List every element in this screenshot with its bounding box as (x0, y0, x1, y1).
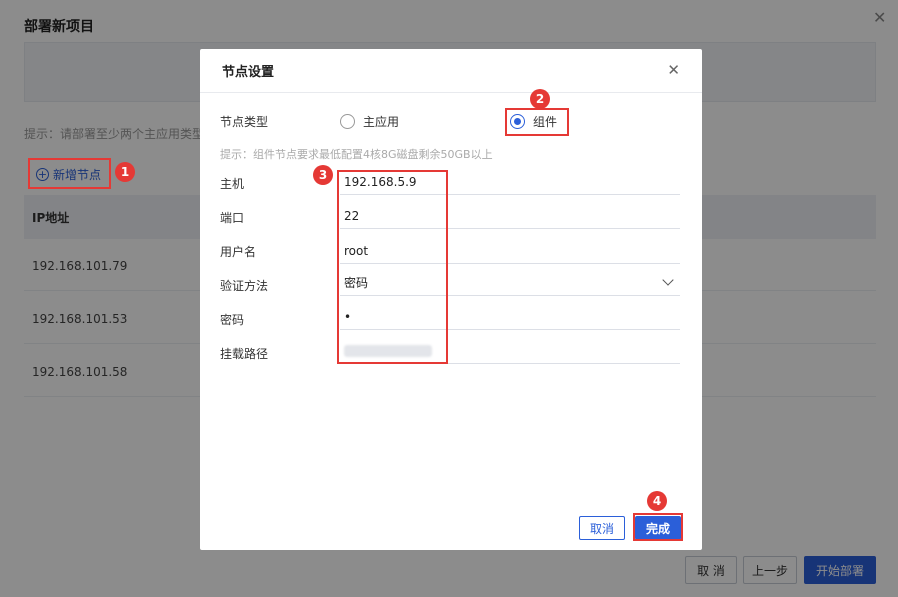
node-type-label: 节点类型 (220, 115, 269, 129)
annotation-badge-1: 1 (115, 162, 135, 182)
dialog-cancel-button[interactable]: 取消 (579, 516, 625, 540)
chevron-down-icon (662, 274, 674, 286)
auth-method-label: 验证方法 (220, 279, 269, 293)
annotation-badge-4: 4 (647, 491, 667, 511)
annotation-badge-3: 3 (313, 165, 333, 185)
radio-main-app-label: 主应用 (363, 115, 400, 129)
radio-unchecked-icon (340, 114, 355, 129)
password-label: 密码 (220, 313, 245, 327)
radio-main-app[interactable]: 主应用 (340, 113, 510, 130)
mount-path-label: 挂载路径 (220, 347, 269, 361)
annotation-box-2 (505, 108, 569, 136)
annotation-box-1 (28, 158, 111, 189)
node-settings-dialog: 节点设置 ✕ 节点类型 主应用 组件 提示：组件节点要求最低配置4核8G磁盘剩余… (200, 49, 702, 550)
annotation-badge-2: 2 (530, 89, 550, 109)
username-label: 用户名 (220, 245, 257, 259)
annotation-box-3 (337, 170, 448, 364)
dialog-header: 节点设置 ✕ (200, 49, 702, 93)
dialog-close-icon[interactable]: ✕ (667, 61, 680, 79)
host-label: 主机 (220, 177, 245, 191)
component-hint: 提示：组件节点要求最低配置4核8G磁盘剩余50GB以上 (220, 148, 493, 161)
annotation-box-4 (633, 513, 683, 541)
port-label: 端口 (220, 211, 245, 225)
dialog-title: 节点设置 (222, 65, 275, 80)
